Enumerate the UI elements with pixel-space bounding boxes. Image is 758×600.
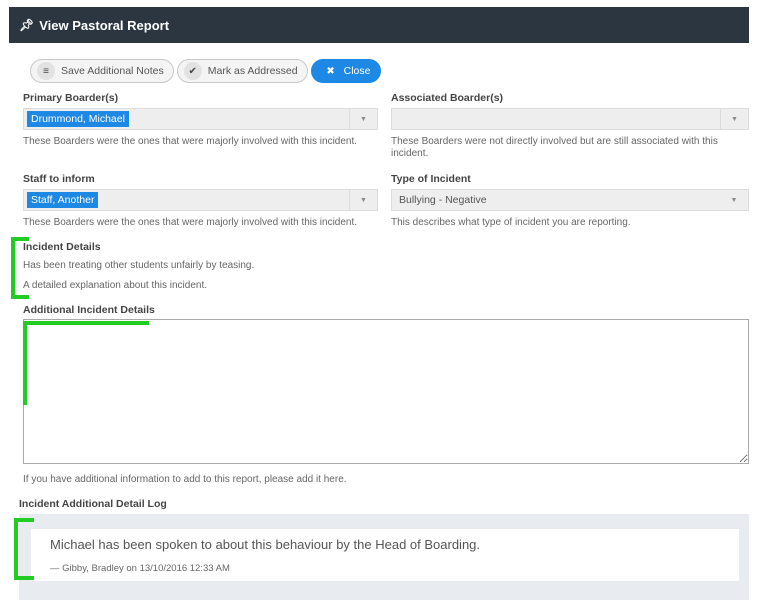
window-titlebar: 📌︎ View Pastoral Report [9,7,749,43]
incident-type-select[interactable]: Bullying - Negative ▼ [391,189,749,211]
primary-boarders-help: These Boarders were the ones that were m… [23,136,358,147]
associated-boarders-help-2: incident. [391,148,429,159]
additional-details-label: Additional Incident Details [23,304,155,316]
detail-log-label: Incident Additional Detail Log [19,498,167,510]
chevron-down-icon[interactable]: ▼ [720,190,748,210]
check-icon: ✔ [183,62,202,80]
highlight-mark-details-top [11,237,29,241]
selected-boarder-chip[interactable]: Drummond, Michael [27,111,129,127]
selected-staff-chip[interactable]: Staff, Another [27,192,99,208]
database-icon: ≡ [37,62,55,80]
save-notes-button[interactable]: ≡ Save Additional Notes [30,59,174,83]
highlight-mark-log-vertical [14,518,18,580]
incident-type-help: This describes what type of incident you… [391,217,631,228]
incident-details-label: Incident Details [23,241,101,253]
primary-boarders-label: Primary Boarder(s) [23,92,119,104]
associated-boarders-label: Associated Boarder(s) [391,92,504,104]
close-icon: ✖ [326,65,335,77]
save-notes-label: Save Additional Notes [61,65,164,77]
additional-details-textarea[interactable] [23,319,749,464]
incident-type-label: Type of Incident [391,173,471,185]
toolbar: ≡ Save Additional Notes ✔ Mark as Addres… [30,59,382,83]
associated-boarders-select[interactable]: ▼ [391,108,749,130]
chevron-down-icon[interactable]: ▼ [349,190,377,210]
highlight-mark-log-bottom [14,576,34,580]
mark-addressed-button[interactable]: ✔ Mark as Addressed [176,59,308,83]
associated-boarders-help-1: These Boarders were not directly involve… [391,136,718,147]
log-entry-text: Michael has been spoken to about this be… [50,537,481,552]
incident-details-help: A detailed explanation about this incide… [23,280,208,291]
highlight-mark-log-top [14,518,34,522]
primary-boarders-select[interactable]: Drummond, Michael ▼ [23,108,378,130]
log-entry-meta: — Gibby, Bradley on 13/10/2016 12:33 AM [50,563,230,574]
staff-to-inform-select[interactable]: Staff, Another ▼ [23,189,378,211]
highlight-mark-textarea-top [23,321,149,325]
pin-icon: 📌︎ [19,18,35,32]
chevron-down-icon[interactable]: ▼ [349,109,377,129]
highlight-mark-textarea-vertical [23,321,27,405]
staff-to-inform-label: Staff to inform [23,173,95,185]
mark-addressed-label: Mark as Addressed [207,65,298,77]
close-button[interactable]: ✖ Close [310,59,382,83]
highlight-mark-details-vertical [11,237,15,299]
incident-type-value: Bullying - Negative [399,194,487,206]
incident-details-value: Has been treating other students unfairl… [23,260,255,271]
chevron-down-icon[interactable]: ▼ [720,109,748,129]
additional-details-help: If you have additional information to ad… [23,474,347,485]
highlight-mark-details-bottom [11,295,29,299]
window-title: View Pastoral Report [39,17,170,33]
close-label: Close [343,65,371,77]
staff-to-inform-help: These Boarders were the ones that were m… [23,217,358,228]
